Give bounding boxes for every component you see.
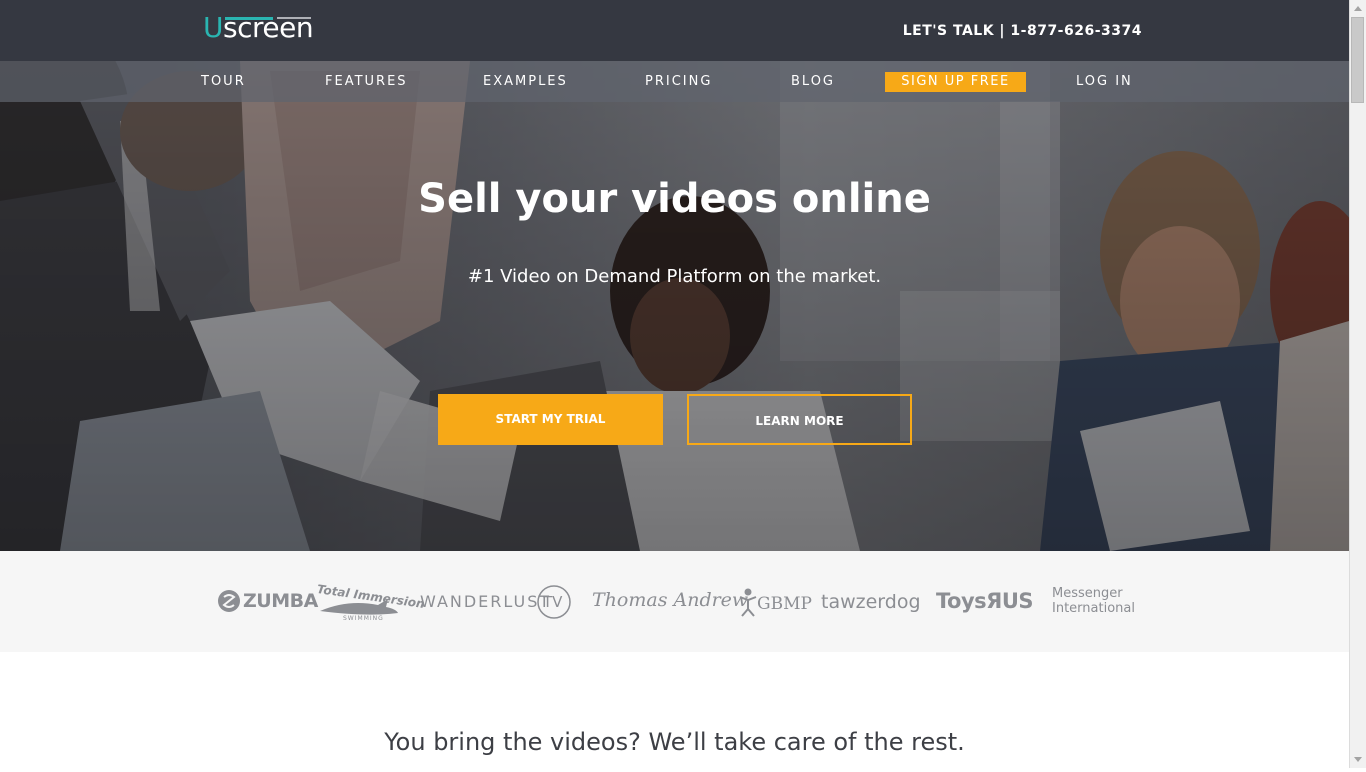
client-thomas-andrew: Thomas Andrew [592, 589, 749, 611]
client-wanderlust: WANDERLUST [420, 592, 552, 611]
nav-blog[interactable]: BLOG [791, 61, 835, 102]
nav-tour[interactable]: TOUR [201, 61, 246, 102]
section-tagline: You bring the videos? We’ll take care of… [384, 728, 965, 756]
client-toysrus: ToysЯUS [936, 589, 1034, 613]
learn-more-button[interactable]: LEARN MORE [687, 394, 912, 445]
scroll-up-arrow-icon [1354, 6, 1362, 11]
top-bar: U screen LET'S TALK | 1-877-626-3374 [0, 0, 1349, 61]
nav-login[interactable]: LOG IN [1076, 61, 1133, 102]
client-messenger-line1: Messenger [1052, 586, 1123, 601]
hero-title: Sell your videos online [418, 176, 931, 222]
client-logos-strip: ZUMBA Total Immersion SWIMMING WANDERLUS… [0, 551, 1349, 652]
client-gbmp: GBMP [757, 594, 812, 614]
nav-features[interactable]: FEATURES [325, 61, 408, 102]
client-messenger-line2: International [1052, 601, 1135, 616]
gbmp-figure-icon [739, 588, 757, 617]
hero-background-image [0, 61, 1349, 551]
client-zumba: ZUMBA [243, 590, 318, 612]
contact-phone[interactable]: LET'S TALK | 1-877-626-3374 [903, 23, 1142, 39]
hero-section: Sell your videos online #1 Video on Dema… [0, 61, 1349, 551]
vertical-scrollbar[interactable] [1349, 0, 1366, 768]
nav-pricing[interactable]: PRICING [645, 61, 712, 102]
nav-examples[interactable]: EXAMPLES [483, 61, 568, 102]
client-tawzerdog: tawzerdog [821, 591, 921, 613]
scroll-down-button[interactable] [1350, 751, 1366, 768]
logo-u: U [203, 11, 224, 44]
start-trial-button[interactable]: START MY TRIAL [438, 394, 663, 445]
zumba-logo-icon [218, 590, 240, 612]
client-total-immersion-sub: SWIMMING [343, 615, 384, 622]
logo-accent-line [225, 17, 311, 20]
hero-subtitle: #1 Video on Demand Platform on the marke… [467, 266, 882, 287]
scroll-down-arrow-icon [1354, 757, 1362, 762]
sign-up-free-button[interactable]: SIGN UP FREE [885, 72, 1026, 92]
client-wanderlust-tv: TV [543, 593, 563, 611]
scrollbar-thumb[interactable] [1351, 17, 1364, 103]
page: Sell your videos online #1 Video on Dema… [0, 0, 1349, 768]
scroll-up-button[interactable] [1350, 0, 1366, 17]
